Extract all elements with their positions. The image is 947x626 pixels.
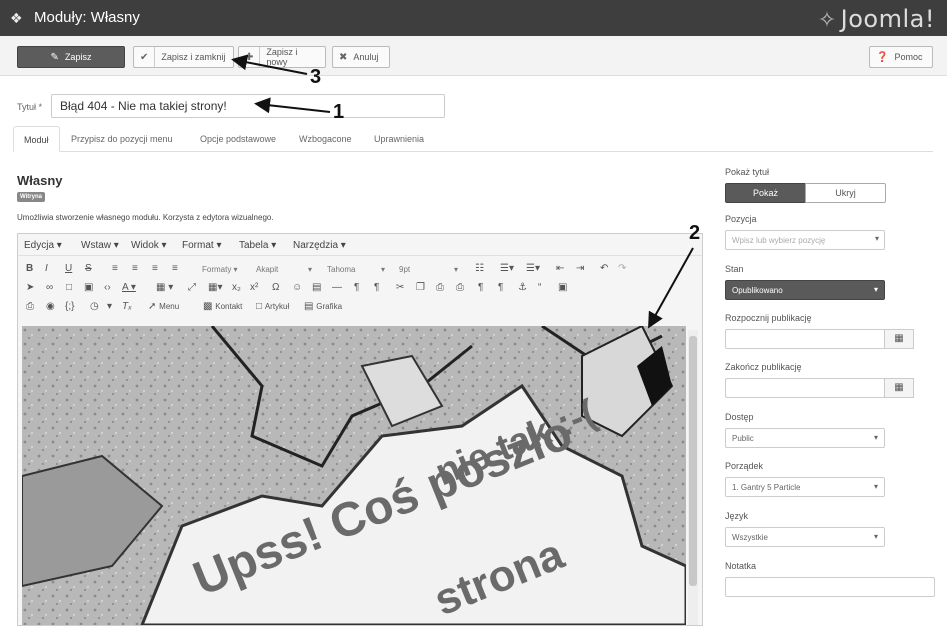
- arrow-1: [254, 97, 331, 114]
- arrow-2: [648, 247, 694, 329]
- annotation-arrows: [231, 54, 694, 329]
- annotation-3: 3: [310, 66, 322, 88]
- annotation-1: 1: [333, 101, 345, 123]
- arrow-3: [231, 54, 308, 75]
- annotation-2: 2: [689, 222, 701, 244]
